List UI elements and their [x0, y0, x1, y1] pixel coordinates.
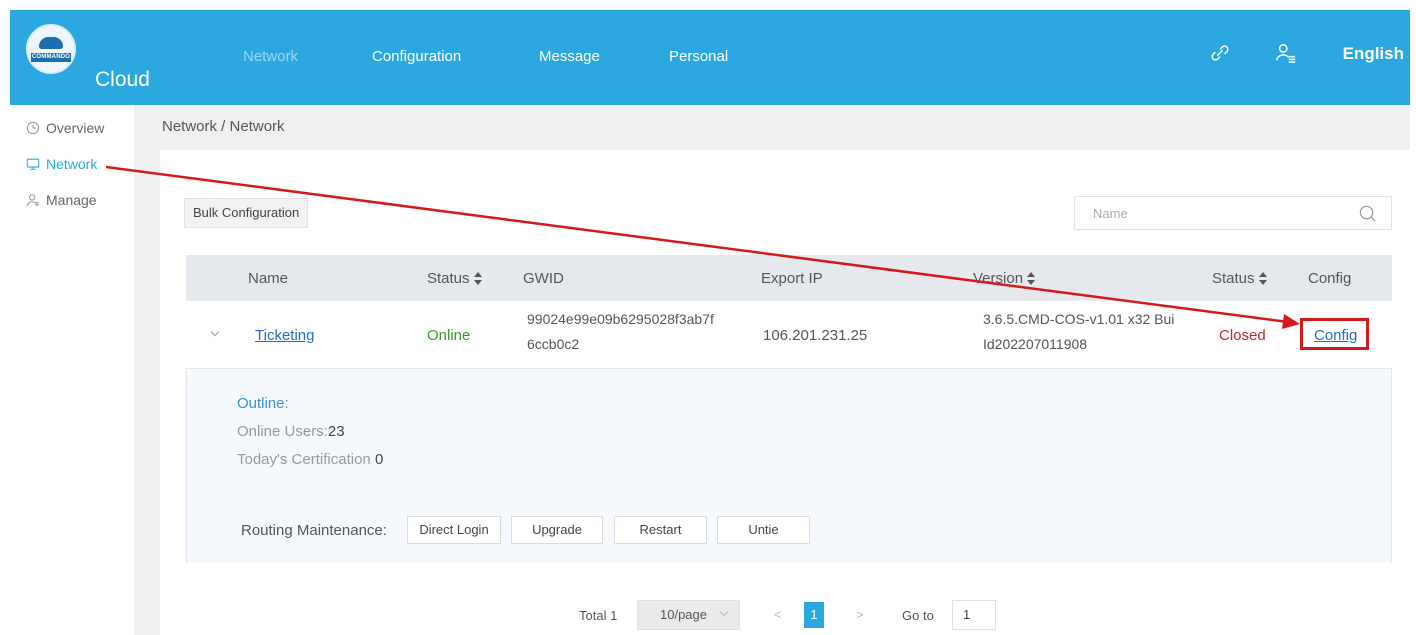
network-name-link[interactable]: Ticketing: [255, 327, 314, 344]
column-header-config: Config: [1308, 270, 1352, 287]
online-users: Online Users:23: [237, 423, 345, 440]
table-header: Name Status GWID Export IP Version Statu…: [186, 255, 1392, 301]
online-users-value: 23: [327, 423, 345, 440]
restart-button[interactable]: Restart: [614, 516, 707, 544]
page: COMMANDO Cloud Network Configuration Mes…: [0, 0, 1416, 635]
eagle-wing-icon: [39, 37, 63, 49]
prev-page-button[interactable]: <: [774, 607, 782, 622]
sidebar-item-label: Network: [46, 156, 98, 172]
search-input[interactable]: Name: [1074, 196, 1392, 230]
sidebar-item-label: Overview: [46, 120, 105, 136]
untie-button[interactable]: Untie: [717, 516, 810, 544]
clock-icon: [26, 121, 40, 135]
status-online: Online: [427, 327, 471, 344]
gwid-line-2: 6ccb0c2: [527, 336, 580, 352]
config-link[interactable]: Config: [1314, 327, 1357, 344]
link-icon[interactable]: [1209, 42, 1231, 64]
logo[interactable]: COMMANDO: [26, 24, 76, 74]
column-header-gwid: GWID: [523, 270, 564, 287]
user-list-icon[interactable]: [1275, 42, 1297, 64]
sidebar: Overview Network Manage: [10, 105, 134, 635]
brand-name: Cloud: [95, 68, 150, 91]
pagination: Total 1 10/page < 1 > Go to 1: [160, 594, 1410, 634]
logo-text: COMMANDO: [31, 53, 71, 62]
nav-configuration[interactable]: Configuration: [372, 48, 461, 65]
version-line-1: 3.6.5.CMD-COS-v1.01 x32 Bui: [983, 311, 1175, 327]
user-icon: [26, 194, 40, 207]
certification-value: 0: [374, 451, 384, 468]
gwid-line-1: 99024e99e09b6295028f3ab7f: [527, 311, 714, 327]
row-detail-panel: Outline: Online Users:23 Today's Certifi…: [186, 369, 1392, 563]
nav-message[interactable]: Message: [539, 48, 600, 65]
outline-label: Outline:: [237, 395, 289, 412]
sort-icon[interactable]: [473, 272, 483, 285]
goto-label: Go to: [902, 608, 934, 623]
routing-maintenance-label: Routing Maintenance:: [241, 522, 387, 539]
pagination-total: Total 1: [579, 608, 618, 623]
sidebar-item-manage[interactable]: Manage: [26, 192, 97, 208]
sort-icon[interactable]: [1027, 272, 1036, 285]
nav-personal[interactable]: Personal: [669, 48, 728, 65]
search-icon[interactable]: [1358, 204, 1377, 223]
upgrade-button[interactable]: Upgrade: [511, 516, 603, 544]
column-header-status[interactable]: Status: [427, 270, 483, 287]
column-header-version[interactable]: Version: [973, 270, 1036, 287]
language-switch[interactable]: English: [1343, 44, 1404, 64]
top-bar: COMMANDO Cloud Network Configuration Mes…: [10, 10, 1410, 105]
sidebar-item-network[interactable]: Network: [26, 156, 97, 172]
export-ip: 106.201.231.25: [763, 327, 868, 344]
today-certification: Today's Certification 0: [237, 451, 384, 468]
sort-icon[interactable]: [1258, 272, 1268, 285]
bulk-configuration-button[interactable]: Bulk Configuration: [184, 198, 309, 228]
chevron-down-icon[interactable]: [210, 327, 220, 337]
table-row: Ticketing Online 99024e99e09b6295028f3ab…: [186, 301, 1392, 369]
sidebar-item-overview[interactable]: Overview: [26, 120, 104, 136]
nav-network[interactable]: Network: [243, 48, 298, 65]
breadcrumb: Network / Network: [162, 118, 285, 135]
goto-page-input[interactable]: 1: [952, 600, 996, 630]
column-header-export-ip: Export IP: [761, 270, 823, 287]
page-size-select[interactable]: 10/page: [637, 600, 740, 630]
column-header-name: Name: [248, 270, 289, 287]
version-line-2: Id202207011908: [983, 336, 1088, 352]
search-placeholder: Name: [1093, 206, 1128, 221]
chevron-down-icon: [719, 607, 729, 617]
next-page-button[interactable]: >: [856, 607, 864, 622]
page-size-value: 10/page: [660, 607, 707, 622]
direct-login-button[interactable]: Direct Login: [407, 516, 501, 544]
monitor-icon: [26, 158, 40, 170]
page-1-button[interactable]: 1: [804, 602, 824, 628]
sidebar-item-label: Manage: [46, 192, 97, 208]
column-header-status-2[interactable]: Status: [1212, 270, 1268, 287]
status-closed: Closed: [1219, 327, 1266, 344]
